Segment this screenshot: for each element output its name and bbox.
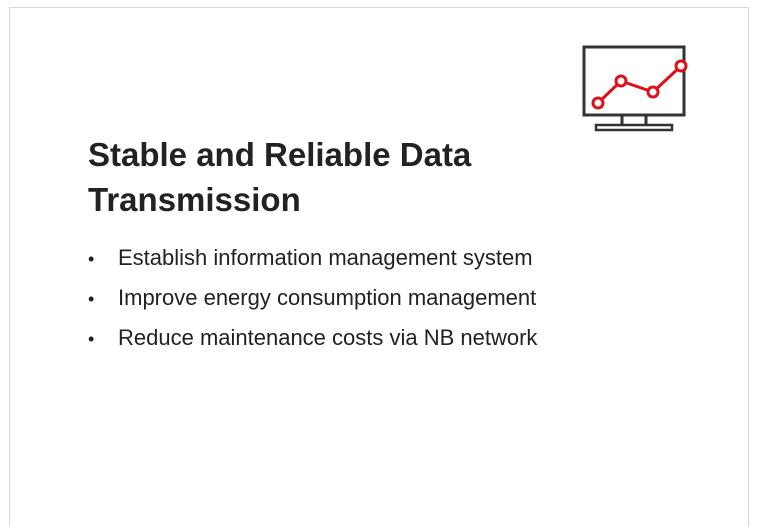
- bullet-icon: •: [88, 249, 95, 269]
- list-item: • Improve energy consumption management: [88, 278, 537, 318]
- list-item-text: Establish information management system: [118, 245, 533, 270]
- list-item-text: Improve energy consumption management: [118, 285, 537, 310]
- bullet-icon: •: [88, 289, 95, 309]
- list-item: • Reduce maintenance costs via NB network: [88, 318, 537, 358]
- list-item-text: Reduce maintenance costs via NB network: [118, 325, 538, 350]
- list-item: • Establish information management system: [88, 238, 537, 278]
- bullet-icon: •: [88, 329, 95, 349]
- slide-card: Stable and Reliable Data Transmission • E…: [9, 7, 749, 527]
- slide-title: Stable and Reliable Data Transmission: [88, 136, 472, 218]
- bullet-list: • Establish information management system…: [88, 238, 537, 358]
- monitor-line-chart-icon: [579, 45, 689, 135]
